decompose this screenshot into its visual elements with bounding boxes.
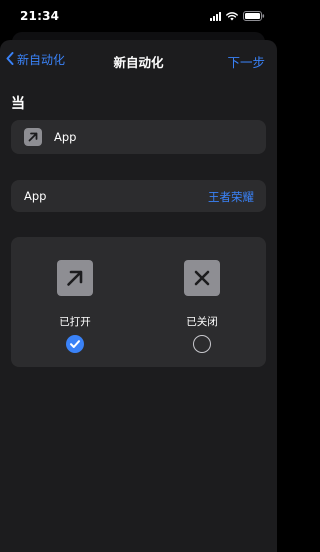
section-heading: 当 bbox=[11, 96, 25, 112]
option-opened[interactable]: 已打开 bbox=[25, 237, 125, 367]
option-closed-radio[interactable] bbox=[193, 335, 211, 353]
trigger-cell[interactable]: App bbox=[11, 120, 266, 154]
battery-icon bbox=[243, 11, 265, 21]
option-closed[interactable]: 已关闭 bbox=[152, 237, 252, 367]
navigation-bar: 新自动化 新自动化 下一步 bbox=[0, 40, 277, 80]
screen: 21:34 新自动化 新自动化 下一步 当 App App 王者荣耀 已打开 已… bbox=[0, 0, 277, 552]
app-row-label: App bbox=[24, 189, 47, 203]
state-options-card: 已打开 已关闭 bbox=[11, 237, 266, 367]
wifi-icon bbox=[226, 11, 238, 21]
checkmark-icon bbox=[70, 340, 80, 348]
app-row[interactable]: App 王者荣耀 bbox=[11, 180, 266, 212]
cellular-signal-icon bbox=[210, 11, 221, 21]
option-opened-label: 已打开 bbox=[59, 316, 91, 328]
arrow-up-right-icon bbox=[24, 128, 42, 146]
app-row-value[interactable]: 王者荣耀 bbox=[208, 189, 254, 205]
next-button[interactable]: 下一步 bbox=[227, 52, 265, 71]
option-closed-label: 已关闭 bbox=[186, 316, 218, 328]
arrow-up-right-icon bbox=[57, 260, 93, 296]
trigger-label: App bbox=[54, 130, 77, 144]
status-icons bbox=[210, 11, 265, 21]
automation-sheet: 新自动化 新自动化 下一步 当 App App 王者荣耀 已打开 已关闭 bbox=[0, 40, 277, 552]
option-opened-radio[interactable] bbox=[66, 335, 84, 353]
status-bar: 21:34 bbox=[0, 0, 277, 34]
close-x-icon bbox=[184, 260, 220, 296]
status-time: 21:34 bbox=[20, 9, 60, 23]
